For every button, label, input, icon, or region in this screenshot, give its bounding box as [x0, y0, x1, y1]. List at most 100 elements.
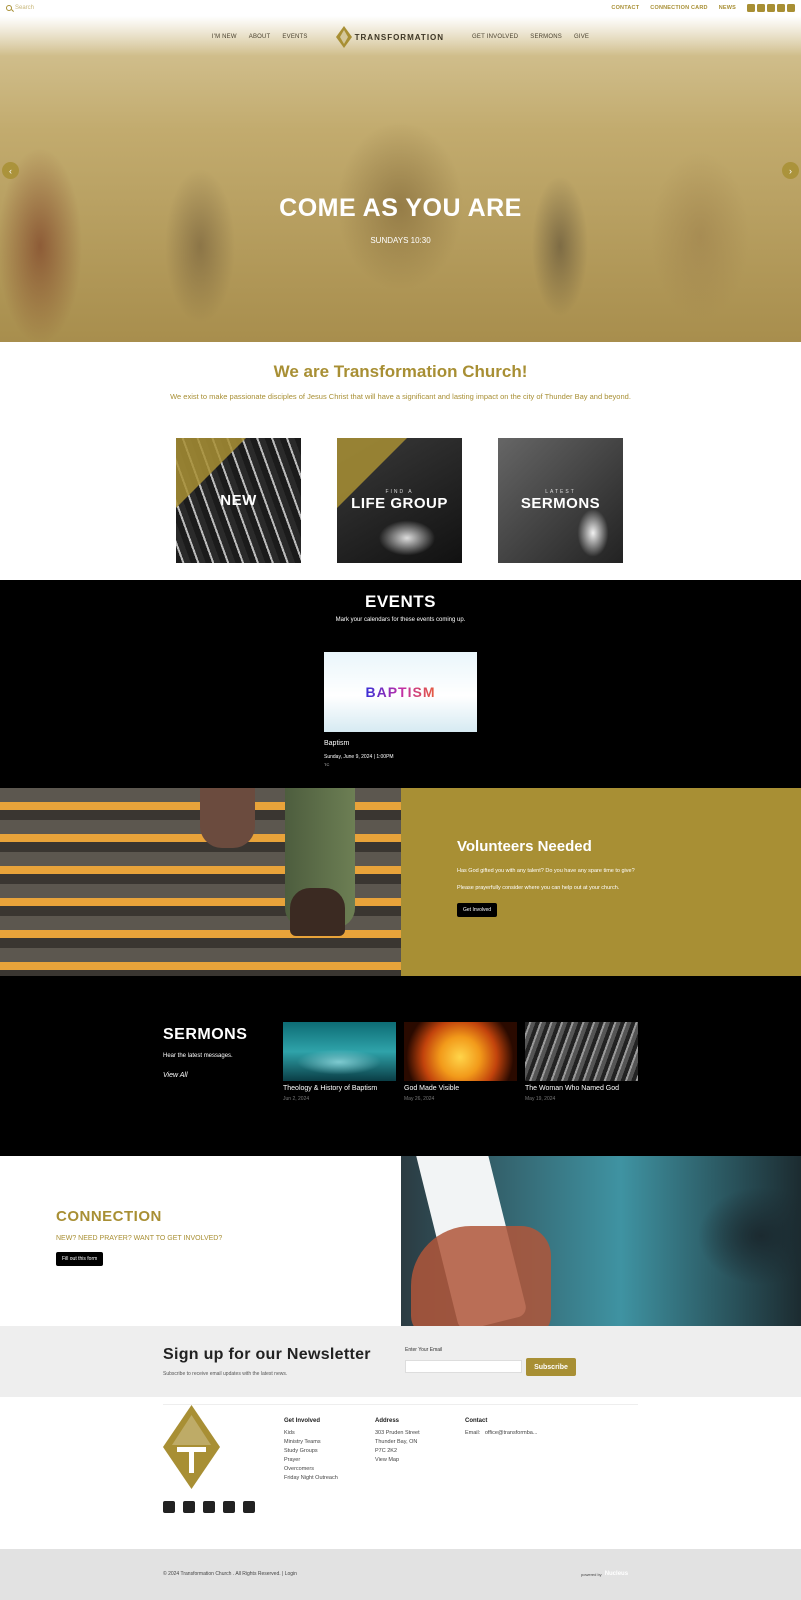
events-subtitle: Mark your calendars for these events com…	[335, 617, 466, 623]
nav-get-involved[interactable]: GET INVOLVED	[472, 34, 518, 40]
tile-sermons[interactable]: LATEST SERMONS	[498, 438, 623, 563]
footer-link-friday-outreach[interactable]: Friday Night Outreach	[284, 1474, 338, 1483]
news-link[interactable]: NEWS	[719, 5, 736, 11]
tile-label: LIFE GROUP	[351, 495, 448, 512]
search-input[interactable]: Search	[15, 5, 34, 11]
email-label: Email:	[465, 1430, 481, 1436]
fill-form-button[interactable]: Fill out this form	[56, 1252, 104, 1266]
search-icon	[6, 5, 12, 11]
logo-mark-icon	[335, 26, 352, 48]
sermons-section: SERMONS Hear the latest messages. View A…	[0, 976, 801, 1156]
intro-text: We exist to make passionate disciples of…	[170, 392, 631, 401]
sermon-card[interactable]: God Made Visible May 26, 2024	[404, 1022, 517, 1102]
address-line: 303 Pruden Street	[375, 1430, 420, 1436]
email-label: Enter Your Email	[405, 1347, 443, 1353]
hero-title: COME AS YOU ARE	[279, 194, 522, 222]
address-line: P7C 2K2	[375, 1448, 398, 1454]
facebook-icon[interactable]	[747, 4, 755, 12]
tile-new[interactable]: NEW	[176, 438, 301, 563]
feature-tiles: NEW FIND A LIFE GROUP LATEST SERMONS	[176, 438, 623, 563]
sermon-date: May 19, 2024	[525, 1096, 556, 1102]
footer-get-involved: Get Involved Kids Ministry Teams Study G…	[284, 1417, 338, 1483]
youtube-icon[interactable]	[767, 4, 775, 12]
connection-subtitle: NEW? NEED PRAYER? WANT TO GET INVOLVED?	[56, 1235, 223, 1242]
bottom-bar: © 2024 Transformation Church . All Right…	[0, 1549, 801, 1600]
sermon-title[interactable]: God Made Visible	[404, 1085, 517, 1092]
copyright-text[interactable]: © 2024 Transformation Church . All Right…	[163, 1571, 297, 1577]
footer-heading: Contact	[465, 1418, 488, 1424]
footer-contact: Contact Email: office@transformba...	[465, 1417, 537, 1438]
sermons-title: SERMONS	[163, 1026, 248, 1043]
sermon-card[interactable]: The Woman Who Named God May 19, 2024	[525, 1022, 638, 1102]
tile-label: SERMONS	[520, 495, 601, 512]
main-nav: I'M NEW ABOUT EVENTS TRANSFORMATION GET …	[0, 26, 801, 48]
view-map-link[interactable]: View Map	[375, 1456, 420, 1465]
sermon-date: May 26, 2024	[404, 1096, 435, 1102]
spotify-icon[interactable]	[787, 4, 795, 12]
facebook-icon[interactable]	[163, 1501, 175, 1513]
powered-by[interactable]: powered by Nucleus	[581, 1571, 628, 1577]
sermon-title[interactable]: The Woman Who Named God	[525, 1085, 638, 1092]
newsletter-section: Sign up for our Newsletter Subscribe to …	[0, 1326, 801, 1397]
view-all-link[interactable]: View All	[163, 1072, 188, 1079]
contact-link[interactable]: CONTACT	[611, 5, 639, 11]
nav-sermons[interactable]: SERMONS	[530, 34, 562, 40]
sermon-thumbnail[interactable]	[404, 1022, 517, 1081]
event-tag: TC	[324, 762, 330, 767]
logo-wordmark: TRANSFORMATION	[354, 32, 445, 42]
footer-link-ministry-teams[interactable]: Ministry Teams	[284, 1438, 338, 1447]
nav-events[interactable]: EVENTS	[282, 34, 307, 40]
site-logo[interactable]: TRANSFORMATION	[335, 26, 445, 48]
footer-link-kids[interactable]: Kids	[284, 1429, 338, 1438]
sermon-thumbnail[interactable]	[525, 1022, 638, 1081]
instagram-icon[interactable]	[183, 1501, 195, 1513]
nav-about[interactable]: ABOUT	[249, 34, 271, 40]
newsletter-subtitle: Subscribe to receive email updates with …	[163, 1371, 288, 1377]
carousel-next-icon[interactable]: ›	[782, 162, 799, 179]
connection-image	[401, 1156, 801, 1326]
podcast-icon[interactable]	[223, 1501, 235, 1513]
podcast-icon[interactable]	[777, 4, 785, 12]
youtube-icon[interactable]	[203, 1501, 215, 1513]
subscribe-button[interactable]: Subscribe	[526, 1358, 576, 1376]
connection-title: CONNECTION	[56, 1208, 162, 1225]
sermon-thumbnail[interactable]	[283, 1022, 396, 1081]
footer-heading: Get Involved	[284, 1418, 321, 1424]
tile-life-group[interactable]: FIND A LIFE GROUP	[337, 438, 462, 563]
sermon-card[interactable]: Theology & History of Baptism Jun 2, 202…	[283, 1022, 396, 1102]
footer-link-study-groups[interactable]: Study Groups	[284, 1447, 338, 1456]
email-link[interactable]: office@transformba...	[485, 1430, 538, 1436]
newsletter-title: Sign up for our Newsletter	[163, 1346, 371, 1363]
event-name[interactable]: Baptism	[324, 740, 349, 747]
footer-link-prayer[interactable]: Prayer	[284, 1456, 338, 1465]
event-card-image[interactable]: BAPTISM	[324, 652, 477, 732]
powered-by-label: powered by	[581, 1571, 602, 1577]
instagram-icon[interactable]	[757, 4, 765, 12]
sermons-subtitle: Hear the latest messages.	[163, 1053, 233, 1059]
utility-links: CONTACT CONNECTION CARD NEWS	[611, 4, 795, 12]
volunteer-section: Volunteers Needed Has God gifted you wit…	[401, 788, 801, 976]
footer-heading: Address	[375, 1418, 400, 1424]
events-section: EVENTS Mark your calendars for these eve…	[0, 580, 801, 788]
volunteer-text-1: Has God gifted you with any talent? Do y…	[457, 868, 635, 874]
powered-by-brand: Nucleus	[604, 1571, 629, 1577]
nav-im-new[interactable]: I'M NEW	[212, 34, 237, 40]
connection-section: CONNECTION NEW? NEED PRAYER? WANT TO GET…	[0, 1156, 401, 1326]
footer-link-overcomers[interactable]: Overcomers	[284, 1465, 338, 1474]
footer-address: Address 303 Pruden Street Thunder Bay, O…	[375, 1417, 420, 1465]
connection-card-link[interactable]: CONNECTION CARD	[650, 5, 707, 11]
address-line: Thunder Bay, ON	[375, 1439, 418, 1445]
sermon-title[interactable]: Theology & History of Baptism	[283, 1085, 396, 1092]
footer: Get Involved Kids Ministry Teams Study G…	[0, 1397, 801, 1549]
hero-banner: I'M NEW ABOUT EVENTS TRANSFORMATION GET …	[0, 16, 801, 342]
nav-give[interactable]: GIVE	[574, 34, 589, 40]
get-involved-button[interactable]: Get Involved	[457, 903, 498, 917]
carousel-prev-icon[interactable]: ‹	[2, 162, 19, 179]
top-social-icons	[747, 4, 795, 12]
intro-title: We are Transformation Church!	[273, 362, 528, 381]
search-box[interactable]: Search	[6, 5, 76, 11]
top-bar: Search CONTACT CONNECTION CARD NEWS	[0, 0, 801, 16]
email-input[interactable]	[405, 1360, 522, 1373]
spotify-icon[interactable]	[243, 1501, 255, 1513]
footer-logo-icon[interactable]	[163, 1405, 220, 1489]
